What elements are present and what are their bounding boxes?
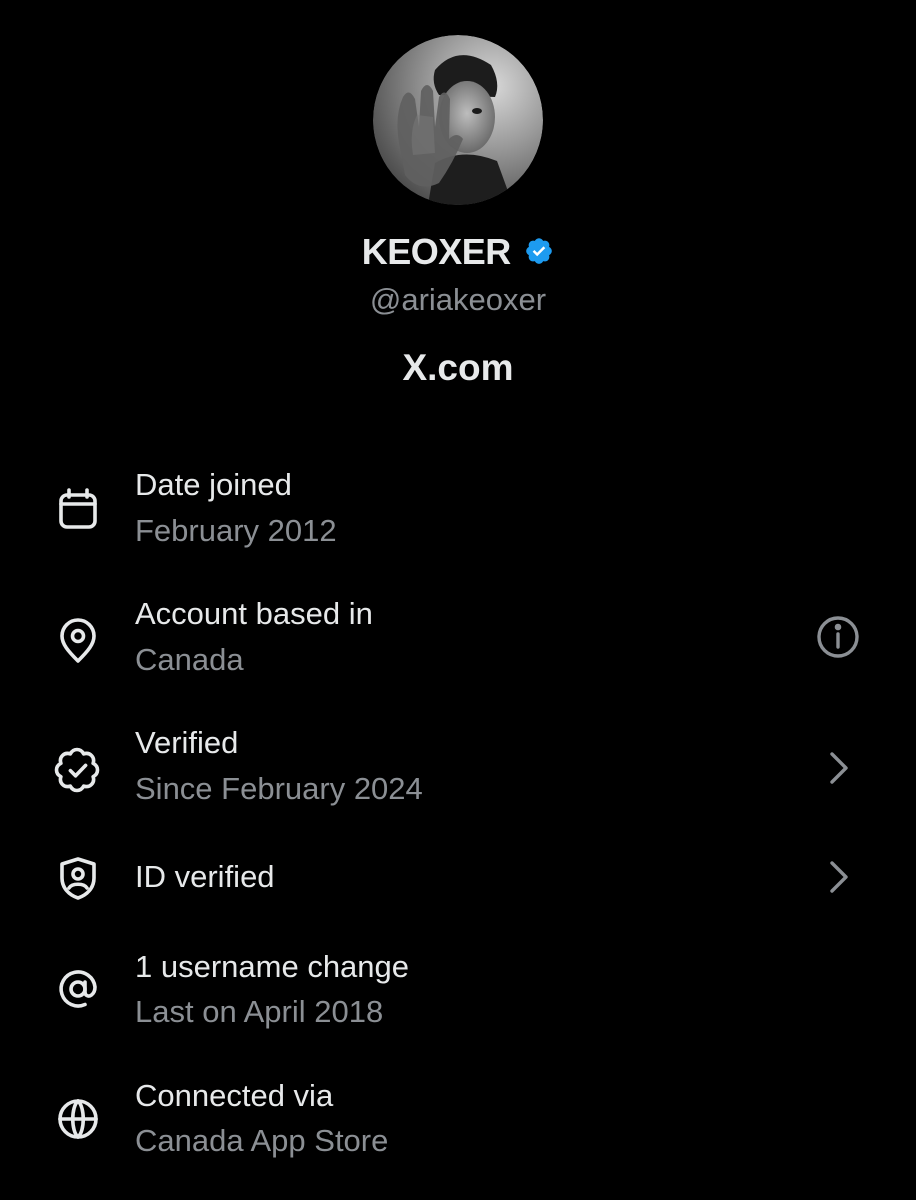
display-name-row: KEOXER bbox=[0, 230, 916, 274]
site-label: X.com bbox=[402, 347, 514, 388]
avatar[interactable] bbox=[373, 35, 543, 205]
globe-icon bbox=[54, 1095, 102, 1143]
row-subtitle: Canada App Store bbox=[135, 1123, 389, 1158]
row-title: Date joined bbox=[135, 467, 292, 502]
list-item-verified[interactable]: Verified Since February 2024 bbox=[0, 708, 916, 818]
at-sign-icon bbox=[54, 965, 102, 1013]
calendar-icon bbox=[54, 485, 102, 533]
chevron-right-icon[interactable] bbox=[812, 742, 864, 794]
row-title: 1 username change bbox=[135, 949, 410, 984]
list-item-id-verified[interactable]: ID verified bbox=[0, 837, 916, 947]
chevron-right-icon[interactable] bbox=[812, 851, 864, 903]
row-subtitle: Since February 2024 bbox=[135, 771, 423, 806]
verified-badge-icon[interactable] bbox=[524, 236, 554, 266]
username-handle: @ariakeoxer bbox=[369, 282, 547, 317]
location-pin-icon bbox=[54, 617, 102, 665]
info-icon[interactable] bbox=[812, 611, 864, 663]
list-item-username-change: 1 username change Last on April 2018 bbox=[0, 947, 916, 1057]
row-title: Connected via bbox=[135, 1078, 334, 1113]
row-title: ID verified bbox=[135, 859, 275, 894]
list-item-connected-via: Connected via Canada App Store bbox=[0, 1076, 916, 1186]
list-item-date-joined: Date joined February 2012 bbox=[0, 450, 916, 560]
verified-badge-icon bbox=[54, 746, 102, 794]
profile-header: KEOXER @ariakeoxer X.com bbox=[0, 0, 916, 420]
display-name: KEOXER bbox=[361, 231, 512, 272]
row-title: Account based in bbox=[135, 596, 373, 631]
row-title: Verified bbox=[135, 725, 239, 760]
row-subtitle: Canada bbox=[135, 642, 244, 677]
shield-person-icon bbox=[54, 854, 102, 902]
row-subtitle: February 2012 bbox=[135, 513, 337, 548]
list-item-account-based-in: Account based in Canada bbox=[0, 579, 916, 689]
row-subtitle: Last on April 2018 bbox=[135, 994, 384, 1029]
